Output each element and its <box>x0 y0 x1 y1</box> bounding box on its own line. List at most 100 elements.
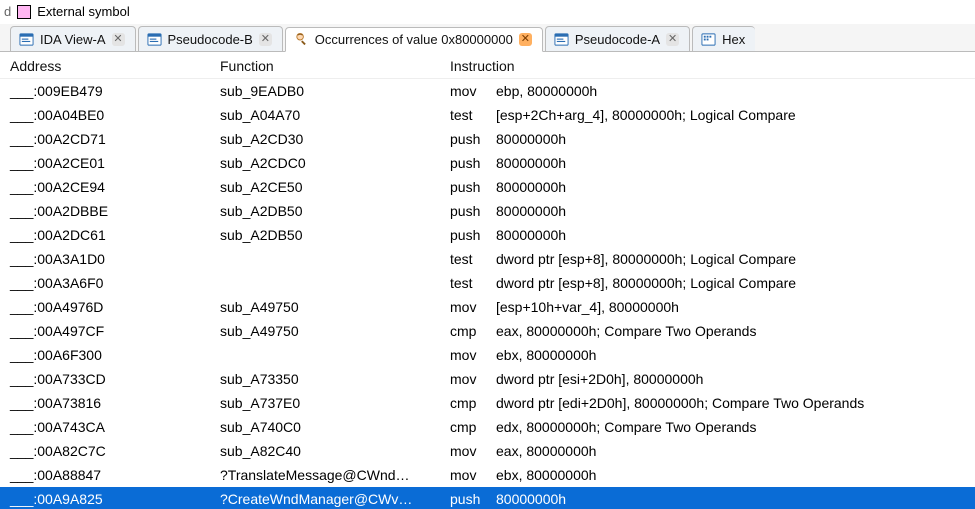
pc-icon <box>147 32 162 47</box>
address-text: :00A04BE0 <box>33 104 104 126</box>
table-row[interactable]: :00A2DBBEsub_A2DB50push80000000h <box>0 199 975 223</box>
operands: 80000000h <box>496 176 566 198</box>
operands: edx, 80000000h; Compare Two Operands <box>496 416 756 438</box>
header-address[interactable]: Address <box>10 58 220 74</box>
mnemonic: mov <box>450 368 496 390</box>
header-function[interactable]: Function <box>220 58 450 74</box>
search-icon <box>294 32 309 47</box>
mnemonic: mov <box>450 80 496 102</box>
cell-function: sub_A2CD30 <box>220 128 450 150</box>
address-text: :00A743CA <box>33 416 105 438</box>
mnemonic: push <box>450 488 496 509</box>
cell-instruction: movebp, 80000000h <box>450 80 965 102</box>
cell-instruction: cmpdword ptr [edi+2D0h], 80000000h; Comp… <box>450 392 965 414</box>
segment-underscore-icon <box>10 488 33 509</box>
cell-instruction: push80000000h <box>450 488 965 509</box>
tab-occurrences-of-value-0x80000000[interactable]: Occurrences of value 0x80000000✕ <box>285 27 543 52</box>
close-icon[interactable]: ✕ <box>259 33 272 46</box>
table-row[interactable]: :00A2CE94 sub_A2CE50push80000000h <box>0 175 975 199</box>
address-text: :00A9A825 <box>33 488 102 509</box>
table-row[interactable]: :00A2DC61sub_A2DB50push80000000h <box>0 223 975 247</box>
cell-address: :00A3A1D0 <box>10 248 220 270</box>
operands: [esp+10h+var_4], 80000000h <box>496 296 679 318</box>
operands: 80000000h <box>496 224 566 246</box>
column-headers: Address Function Instruction <box>0 52 975 79</box>
table-row[interactable]: :00A2CE01sub_A2CDC0push80000000h <box>0 151 975 175</box>
operands: ebp, 80000000h <box>496 80 597 102</box>
cell-address: :00A2DBBE <box>10 200 220 222</box>
address-text: :00A3A1D0 <box>33 248 105 270</box>
cell-function: ?CreateWndManager@CWv… <box>220 488 450 509</box>
cell-address: :00A2CE94 <box>10 176 220 198</box>
tab-pseudocode-b[interactable]: Pseudocode-B✕ <box>138 26 283 51</box>
close-icon[interactable]: ✕ <box>519 33 532 46</box>
segment-underscore-icon <box>10 224 33 246</box>
table-row[interactable]: :00A88847?TranslateMessage@CWnd…movebx, … <box>0 463 975 487</box>
table-row[interactable]: :00A4976Dsub_A49750mov[esp+10h+var_4], 8… <box>0 295 975 319</box>
tab-pseudocode-a[interactable]: Pseudocode-A ✕ <box>545 26 690 51</box>
address-text: :00A2CE01 <box>33 152 105 174</box>
cell-address: :00A6F300 <box>10 344 220 366</box>
mnemonic: test <box>450 272 496 294</box>
mnemonic: push <box>450 176 496 198</box>
table-row[interactable]: :009EB479sub_9EADB0movebp, 80000000h <box>0 79 975 103</box>
cell-address: :00A73816 <box>10 392 220 414</box>
operands: ebx, 80000000h <box>496 344 596 366</box>
cell-instruction: test[esp+2Ch+arg_4], 80000000h; Logical … <box>450 104 965 126</box>
operands: dword ptr [esp+8], 80000000h; Logical Co… <box>496 248 796 270</box>
segment-underscore-icon <box>10 176 33 198</box>
segment-underscore-icon <box>10 152 33 174</box>
cell-address: :00A2CD71 <box>10 128 220 150</box>
operands: 80000000h <box>496 152 566 174</box>
table-row[interactable]: :00A497CFsub_A49750cmpeax, 80000000h; Co… <box>0 319 975 343</box>
cell-function: sub_A2DB50 <box>220 200 450 222</box>
cell-function: sub_A737E0 <box>220 392 450 414</box>
cell-function: sub_A82C40 <box>220 440 450 462</box>
cell-instruction: push80000000h <box>450 200 965 222</box>
mnemonic: cmp <box>450 392 496 414</box>
address-text: :00A2DC61 <box>33 224 105 246</box>
header-instruction[interactable]: Instruction <box>450 58 965 74</box>
table-row[interactable]: :00A6F300movebx, 80000000h <box>0 343 975 367</box>
table-row[interactable]: :00A73816 sub_A737E0cmpdword ptr [edi+2D0… <box>0 391 975 415</box>
segment-underscore-icon <box>10 272 33 294</box>
segment-underscore-icon <box>10 248 33 270</box>
segment-underscore-icon <box>10 104 33 126</box>
table-row[interactable]: :00A2CD71sub_A2CD30push80000000h <box>0 127 975 151</box>
mnemonic: mov <box>450 296 496 318</box>
cell-instruction: mov[esp+10h+var_4], 80000000h <box>450 296 965 318</box>
segment-underscore-icon <box>10 344 33 366</box>
table-row[interactable]: :00A04BE0sub_A04A70test[esp+2Ch+arg_4], … <box>0 103 975 127</box>
cell-function: sub_A2CE50 <box>220 176 450 198</box>
mnemonic: push <box>450 200 496 222</box>
address-text: :00A2CE94 <box>33 176 105 198</box>
operands: 80000000h <box>496 488 566 509</box>
table-row[interactable]: :00A743CAsub_A740C0cmpedx, 80000000h; Co… <box>0 415 975 439</box>
cell-instruction: moveax, 80000000h <box>450 440 965 462</box>
close-icon[interactable]: ✕ <box>666 33 679 46</box>
address-text: :00A4976D <box>33 296 103 318</box>
cell-address: :00A88847 <box>10 464 220 486</box>
table-row[interactable]: :00A733CDsub_A73350movdword ptr [esi+2D0… <box>0 367 975 391</box>
address-text: :00A2CD71 <box>33 128 105 150</box>
tab-ida-view-a[interactable]: IDA View-A✕ <box>10 26 136 51</box>
cell-address: :00A3A6F0 <box>10 272 220 294</box>
cell-address: :00A4976D <box>10 296 220 318</box>
segment-underscore-icon <box>10 320 33 342</box>
table-row[interactable]: :00A82C7Csub_A82C40moveax, 80000000h <box>0 439 975 463</box>
table-row[interactable]: :00A3A1D0testdword ptr [esp+8], 80000000… <box>0 247 975 271</box>
operands: 80000000h <box>496 128 566 150</box>
tab-label: Pseudocode-A <box>575 32 660 47</box>
cell-function: sub_A740C0 <box>220 416 450 438</box>
close-icon[interactable]: ✕ <box>112 33 125 46</box>
pc-icon <box>554 32 569 47</box>
address-text: :00A73816 <box>33 392 101 414</box>
operands: eax, 80000000h; Compare Two Operands <box>496 320 756 342</box>
table-row[interactable]: :00A3A6F0testdword ptr [esp+8], 80000000… <box>0 271 975 295</box>
cell-function: sub_A49750 <box>220 320 450 342</box>
tab-hex[interactable]: Hex <box>692 26 755 51</box>
table-row[interactable]: :00A9A825 ?CreateWndManager@CWv…push80000… <box>0 487 975 509</box>
legend-prefix: d <box>4 4 11 19</box>
segment-underscore-icon <box>10 464 33 486</box>
hex-icon <box>701 32 716 47</box>
